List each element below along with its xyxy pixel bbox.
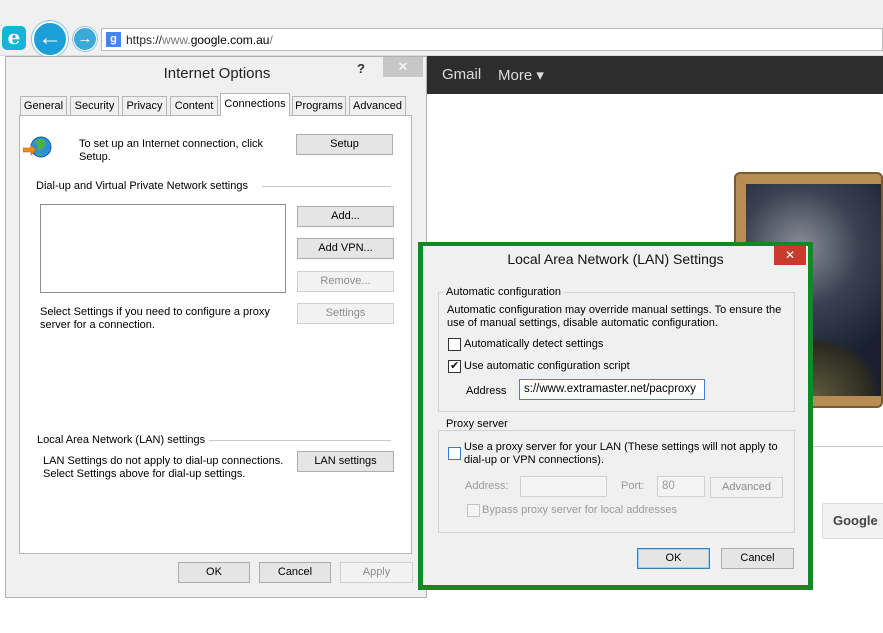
- gmail-link[interactable]: Gmail: [442, 66, 481, 83]
- settings-button[interactable]: Settings: [297, 303, 394, 324]
- remove-button[interactable]: Remove...: [297, 271, 394, 292]
- auto-config-description-line-2: use of manual settings, disable automati…: [447, 317, 718, 329]
- proxy-description-line-2: server for a connection.: [40, 319, 155, 331]
- lan-dialog-title: Local Area Network (LAN) Settings: [507, 251, 724, 267]
- google-top-bar: Gmail More ▾: [427, 56, 883, 94]
- url-scheme: https://: [126, 33, 163, 47]
- auto-config-legend: Automatic configuration: [443, 286, 564, 298]
- apply-button[interactable]: Apply: [340, 562, 413, 583]
- proxy-description-line-1: Select Settings if you need to configure…: [40, 306, 270, 318]
- tab-privacy[interactable]: Privacy: [122, 96, 167, 115]
- globe-connection-icon: [23, 136, 52, 158]
- more-link[interactable]: More ▾: [498, 66, 544, 84]
- advanced-button[interactable]: Advanced: [710, 477, 783, 498]
- tab-advanced[interactable]: Advanced: [349, 96, 406, 115]
- page-divider: [812, 446, 883, 447]
- lan-settings-button[interactable]: LAN settings: [297, 451, 394, 472]
- tab-general[interactable]: General: [20, 96, 67, 115]
- bypass-local-label: Bypass proxy server for local addresses: [482, 504, 678, 516]
- tab-programs[interactable]: Programs: [292, 96, 346, 115]
- lan-section-header: Local Area Network (LAN) settings: [37, 434, 206, 446]
- lan-description-line-2: Select Settings above for dial-up settin…: [43, 468, 246, 480]
- back-button[interactable]: ←: [32, 21, 68, 57]
- lan-ok-button[interactable]: OK: [637, 548, 710, 569]
- address-bar[interactable]: g https://www.google.com.au/: [101, 28, 883, 51]
- google-search-button[interactable]: Google: [822, 503, 883, 539]
- setup-description-line-1: To set up an Internet connection, click: [79, 138, 264, 150]
- proxy-address-input[interactable]: [520, 476, 607, 497]
- port-input[interactable]: 80: [657, 476, 705, 497]
- use-proxy-label-line-2: dial-up or VPN connections).: [464, 454, 605, 466]
- help-icon[interactable]: ?: [357, 61, 365, 76]
- use-proxy-checkbox[interactable]: [448, 447, 461, 460]
- forward-button[interactable]: →: [73, 27, 97, 51]
- ie-logo-icon: e: [2, 26, 26, 50]
- dialup-section-header: Dial-up and Virtual Private Network sett…: [36, 180, 248, 192]
- internet-options-dialog: Internet Options ? ✕ General Security Pr…: [5, 56, 427, 598]
- auto-detect-checkbox[interactable]: [448, 338, 461, 351]
- tab-connections[interactable]: Connections: [220, 93, 290, 116]
- script-address-input[interactable]: s://www.extramaster.net/pacproxy: [519, 379, 705, 400]
- proxy-server-legend: Proxy server: [443, 418, 511, 430]
- dialup-header-line: [262, 186, 391, 187]
- proxy-address-label: Address:: [465, 480, 509, 492]
- cancel-button[interactable]: Cancel: [259, 562, 331, 583]
- ok-button[interactable]: OK: [178, 562, 250, 583]
- tab-content[interactable]: Content: [170, 96, 218, 115]
- add-button[interactable]: Add...: [297, 206, 394, 227]
- browser-toolbar: e ← → g https://www.google.com.au/: [0, 0, 883, 57]
- connections-listbox[interactable]: [40, 204, 286, 293]
- url-text: https://www.google.com.au/: [126, 33, 273, 47]
- url-subdomain: www.: [162, 33, 191, 47]
- auto-config-description-line-1: Automatic configuration may override man…: [447, 304, 782, 316]
- port-label: Port:: [621, 480, 645, 492]
- lan-settings-dialog: Local Area Network (LAN) Settings ✕ Auto…: [423, 246, 808, 585]
- google-favicon-icon: g: [106, 32, 121, 47]
- setup-button[interactable]: Setup: [296, 134, 393, 155]
- use-proxy-label-line-1: Use a proxy server for your LAN (These s…: [464, 441, 778, 453]
- lan-close-button[interactable]: ✕: [774, 246, 806, 265]
- setup-description-line-2: Setup.: [79, 151, 111, 163]
- add-vpn-button[interactable]: Add VPN...: [297, 238, 394, 259]
- tab-security[interactable]: Security: [70, 96, 119, 115]
- url-path: /: [269, 33, 273, 47]
- address-label: Address: [466, 385, 507, 397]
- use-script-checkbox[interactable]: [448, 359, 461, 373]
- use-script-label: Use automatic configuration script: [464, 360, 630, 372]
- bypass-local-checkbox[interactable]: [467, 504, 480, 517]
- auto-detect-label: Automatically detect settings: [464, 338, 604, 350]
- lan-cancel-button[interactable]: Cancel: [721, 548, 794, 569]
- lan-description-line-1: LAN Settings do not apply to dial-up con…: [43, 455, 284, 467]
- lan-header-line: [209, 440, 391, 441]
- connections-panel: To set up an Internet connection, click …: [19, 115, 412, 554]
- url-host: google.com.au: [190, 33, 270, 47]
- close-button[interactable]: ✕: [383, 57, 423, 77]
